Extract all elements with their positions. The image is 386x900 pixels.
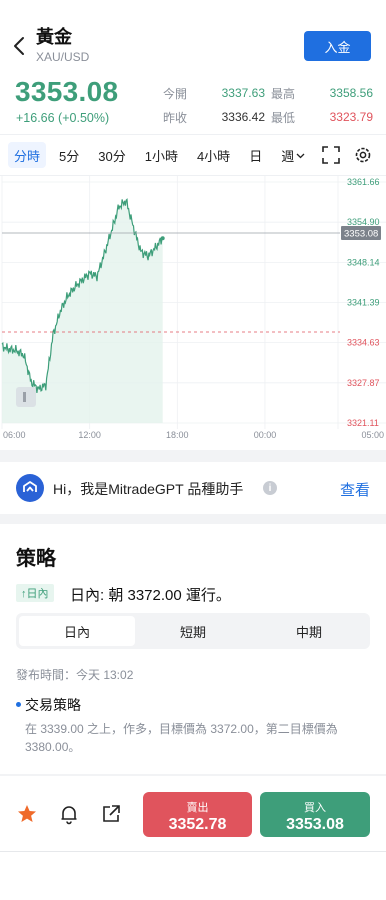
current-price: 3353.08 [15,76,119,107]
sell-label: 賣出 [186,802,209,814]
x-axis-ticks: 06:00 12:00 18:00 00:00 05:00 [3,430,384,440]
x-tick-label: 12:00 [78,430,101,440]
tab-intraday[interactable]: 日內 [19,616,135,646]
back-icon[interactable] [12,36,28,56]
star-icon[interactable] [16,803,38,825]
tab-timeframe[interactable]: 30分 [92,142,131,168]
strategy-period-tabs: 日內 短期 中期 [16,613,370,649]
fullscreen-icon[interactable] [321,145,341,165]
assistant-banner[interactable]: Hi，我是MitradeGPT 品種助手 i 查看 [0,462,386,514]
strategy-title: 策略 [16,548,56,570]
header: 黃金 XAU/USD 入金 [0,0,386,74]
high-label: 最高 [271,86,296,101]
y-tick-label: 3361.66 [347,177,380,187]
high-value: 3358.56 [329,86,373,100]
tab-timeframe[interactable]: 4小時 [191,142,236,168]
instrument-title: 黃金 [36,27,72,47]
gear-icon[interactable] [353,145,373,165]
tab-timeframe[interactable]: 日 [243,142,268,168]
low-label: 最低 [271,110,296,125]
chevron-down-icon [296,153,305,158]
tab-timeframe[interactable]: 1小時 [139,142,184,168]
prev-close-value: 3336.42 [221,110,265,124]
assistant-text: Hi，我是MitradeGPT 品種助手 [53,481,244,497]
bottom-action-bar: 賣出 3352.78 買入 3353.08 [0,776,386,852]
buy-label: 買入 [304,802,326,814]
bell-icon[interactable] [58,803,80,825]
section-divider [0,450,386,462]
low-value: 3323.79 [329,110,373,124]
open-label: 今開 [163,86,188,101]
strategy-badge: ↑日內 [16,584,54,602]
y-axis-ticks: 3361.66 3354.90 3348.14 3341.39 3334.63 3327.… [347,177,380,428]
x-tick-label: 05:00 [361,430,384,440]
sell-button[interactable]: 賣出 3352.78 [143,792,252,837]
tab-mid-term[interactable]: 中期 [251,616,367,646]
y-tick-label: 3334.63 [347,338,380,348]
volume-toggle-icon [16,387,36,407]
view-assistant-link[interactable]: 查看 [340,479,370,500]
strategy-section: 策略 ↑日內 日內: 朝 3372.00 運行。 日內 短期 中期 發布時間：今… [0,524,386,774]
tab-timeframe[interactable]: 分時 [8,142,47,168]
y-tick-label: 3327.87 [347,378,380,388]
y-tick-label: 3354.90 [347,217,380,227]
x-tick-label: 06:00 [3,430,26,440]
x-tick-label: 00:00 [254,430,277,440]
y-tick-label: 3341.39 [347,297,380,307]
tab-week-label: 週 [281,148,295,164]
info-icon[interactable]: i [263,481,277,495]
buy-price: 3353.08 [286,816,344,833]
trade-strategy-description: 在 3339.00 之上，作多，目標價為 3372.00，第二目標價為 3380… [25,722,338,754]
price-change: +16.66 (+0.50%) [16,111,110,125]
tab-timeframe[interactable]: 5分 [53,142,85,168]
deposit-button[interactable]: 入金 [304,31,371,61]
open-value: 3337.63 [221,86,265,100]
publish-time: 發布時間：今天 13:02 [16,668,134,682]
sell-price: 3352.78 [168,816,227,833]
prev-close-label: 昨收 [163,110,188,125]
share-icon[interactable] [100,803,122,825]
trade-strategy-title: 交易策略 [25,697,81,713]
price-chart[interactable]: 3361.66 3354.90 3348.14 3341.39 3334.63 3327.… [0,176,386,446]
y-tick-label: 3321.11 [347,418,379,428]
bullet-dot [16,702,21,707]
buy-button[interactable]: 買入 3353.08 [260,792,370,837]
price-stats: 今開 3337.63 最高 3358.56 昨收 3336.42 最低 3323… [163,82,373,130]
instrument-title-group: 黃金 XAU/USD [36,26,89,64]
current-price-tag-label: 3353.08 [344,228,378,239]
section-divider [0,514,386,524]
last-price-dot [160,236,165,241]
tab-short-term[interactable]: 短期 [135,616,251,646]
instrument-symbol: XAU/USD [36,50,90,64]
assistant-logo-icon [16,474,44,502]
x-tick-label: 18:00 [166,430,189,440]
y-tick-label: 3348.14 [347,257,380,267]
strategy-summary: 日內: 朝 3372.00 運行。 [70,587,231,604]
tab-timeframe-week[interactable]: 週 [275,142,311,168]
